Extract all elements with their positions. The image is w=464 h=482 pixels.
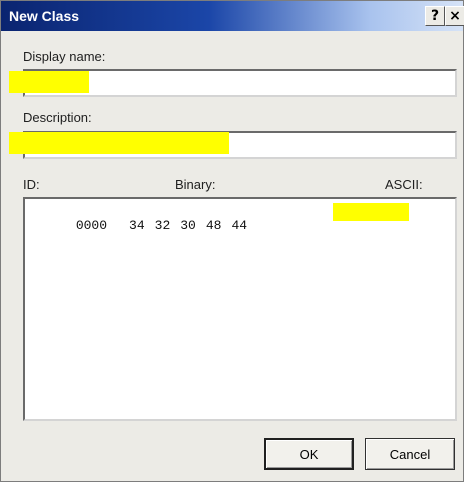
ok-button-label: OK	[299, 446, 319, 462]
hex-byte: 44	[231, 218, 248, 233]
ok-button[interactable]: OK	[264, 438, 354, 470]
close-button[interactable]: ×	[445, 6, 464, 26]
ascii-column-label: ASCII:	[385, 177, 423, 192]
cancel-button[interactable]: Cancel	[365, 438, 455, 470]
hex-byte: 30	[180, 218, 196, 233]
hex-byte: 34	[129, 218, 145, 233]
redaction-highlight	[9, 132, 229, 154]
description-label: Description:	[23, 110, 92, 125]
new-class-dialog: New Class ? × Display name: Description:…	[0, 0, 464, 482]
help-icon: ?	[430, 8, 440, 24]
help-button[interactable]: ?	[425, 6, 445, 26]
close-icon: ×	[449, 8, 461, 24]
id-column-label: ID:	[23, 177, 40, 192]
binary-data-editor[interactable]: 0000 34 32 30 48 44	[23, 197, 457, 421]
title-bar[interactable]: New Class ? ×	[1, 1, 464, 31]
redaction-highlight	[333, 203, 409, 221]
hex-byte: 32	[154, 218, 171, 233]
binary-column-label: Binary:	[175, 177, 216, 192]
display-name-label: Display name:	[23, 49, 106, 64]
hex-byte: 48	[205, 218, 222, 233]
hex-row: 0000 34 32 30 48 44	[29, 203, 257, 248]
redaction-highlight	[9, 71, 89, 93]
hex-row-address: 0000	[75, 218, 108, 233]
window-title: New Class	[9, 8, 80, 24]
cancel-button-label: Cancel	[389, 446, 431, 462]
